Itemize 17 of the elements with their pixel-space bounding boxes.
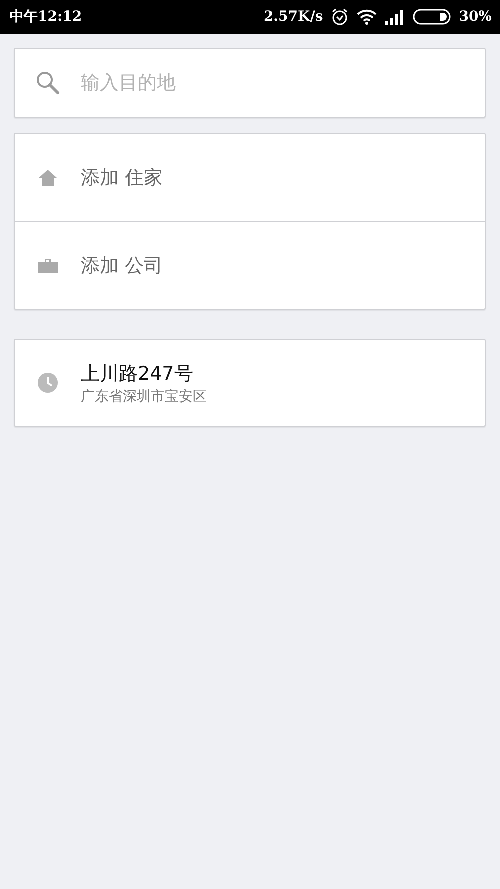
search-icon bbox=[36, 71, 60, 95]
shortcut-item[interactable]: 添加 公司 bbox=[81, 252, 164, 278]
signal-icon bbox=[385, 9, 406, 25]
search-field[interactable]: 输入目的地 bbox=[14, 48, 486, 118]
home-icon bbox=[38, 168, 58, 186]
network-speed: 2.57K/s bbox=[264, 9, 324, 25]
briefcase-icon bbox=[38, 258, 58, 272]
wifi-icon bbox=[357, 9, 378, 25]
alarm-icon bbox=[331, 8, 350, 26]
clock-icon bbox=[38, 373, 58, 393]
place-name[interactable]: 上川路247号 bbox=[81, 360, 207, 386]
shortcut-item[interactable]: 添加 住家 bbox=[81, 164, 164, 190]
battery-icon bbox=[413, 9, 452, 25]
place-address: 广东省深圳市宝安区 bbox=[81, 388, 207, 406]
search-field[interactable]: 输入目的地 bbox=[81, 63, 471, 103]
clock: 中午12:12 bbox=[10, 8, 82, 26]
battery-level: 30% bbox=[459, 9, 492, 25]
